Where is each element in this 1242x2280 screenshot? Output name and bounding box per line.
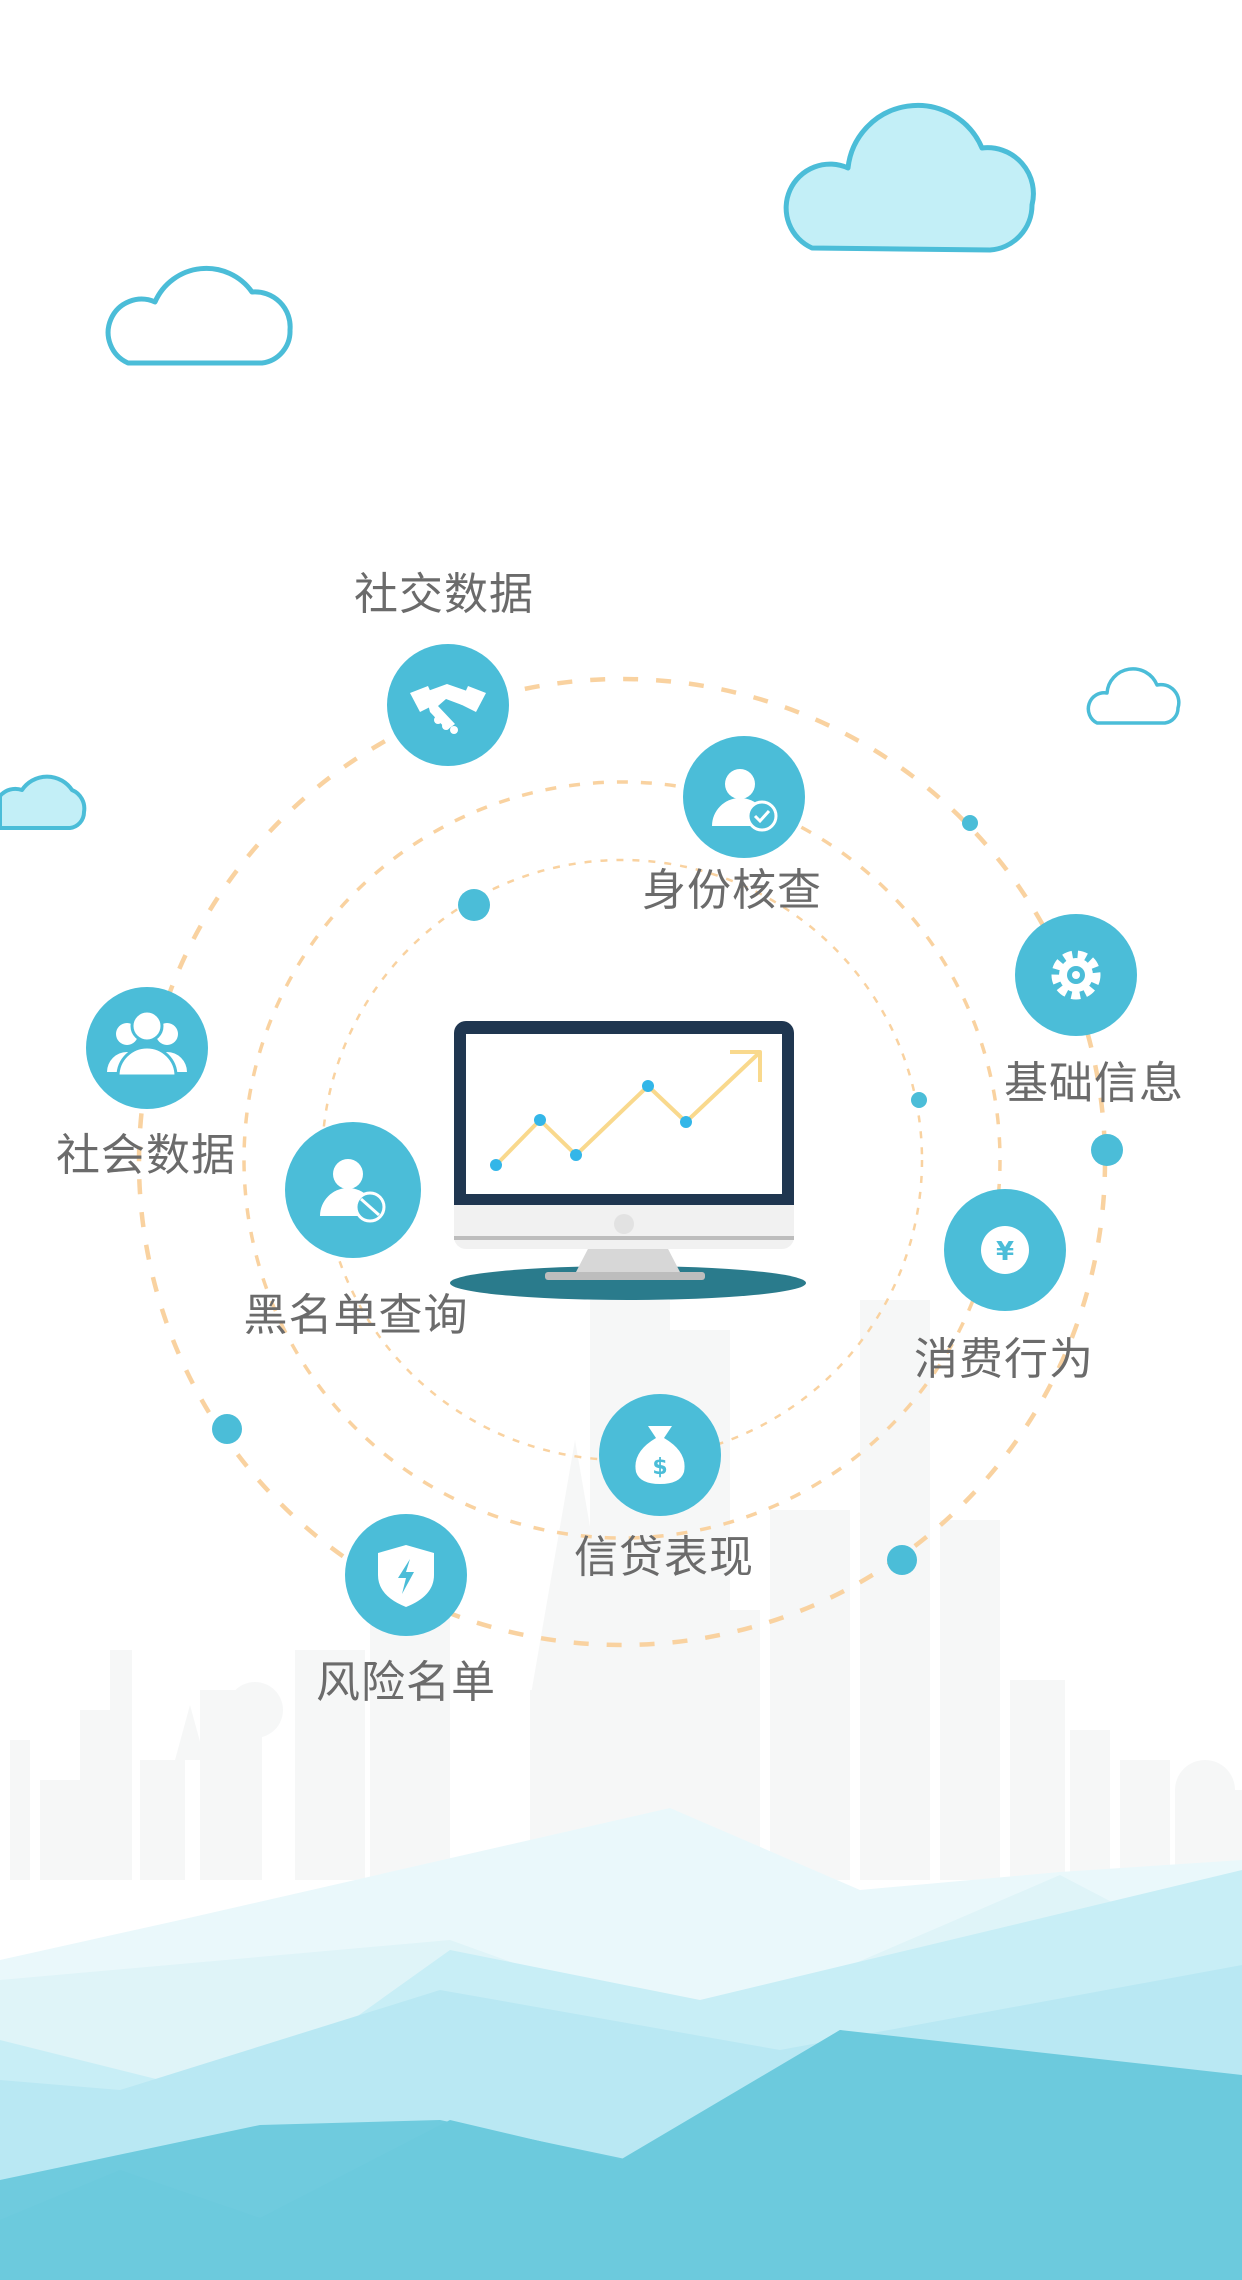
cloud-medium <box>105 265 293 366</box>
orbit-dot <box>212 1414 242 1444</box>
city-skyline <box>10 1300 1242 1880</box>
orbit-dot <box>1091 1134 1123 1166</box>
node-risk-list[interactable] <box>345 1514 467 1636</box>
cloud-small-left <box>0 774 87 830</box>
orbit-dot <box>458 889 490 921</box>
label-social-data[interactable]: 社交数据 <box>354 573 534 617</box>
orbit-dot <box>887 1545 917 1575</box>
node-identity-check[interactable] <box>683 736 805 858</box>
mountain-backdrop <box>0 1808 1242 2280</box>
svg-text:¥: ¥ <box>996 1237 1014 1267</box>
node-basic-info[interactable] <box>1015 914 1137 1036</box>
label-consumption[interactable]: 消费行为 <box>914 1338 1094 1382</box>
node-society-data[interactable] <box>86 987 208 1109</box>
node-blacklist-query[interactable] <box>285 1122 421 1258</box>
cloud-small-right <box>1086 667 1181 725</box>
label-credit-performance[interactable]: 信贷表现 <box>574 1536 754 1580</box>
monitor-icon <box>450 1021 806 1300</box>
label-risk-list[interactable]: 风险名单 <box>316 1661 496 1705</box>
orbit-dot <box>911 1092 927 1108</box>
label-identity-check[interactable]: 身份核查 <box>642 869 822 913</box>
svg-text:$: $ <box>652 1455 667 1480</box>
node-consumption[interactable]: ¥ <box>944 1189 1066 1311</box>
orbit-dot <box>962 815 978 831</box>
yen-coin-icon: ¥ <box>981 1226 1029 1274</box>
label-basic-info[interactable]: 基础信息 <box>1004 1062 1184 1106</box>
node-social-data[interactable] <box>387 644 509 766</box>
node-credit-performance[interactable]: $ <box>599 1394 721 1516</box>
label-society-data[interactable]: 社会数据 <box>56 1134 236 1178</box>
label-blacklist-query[interactable]: 黑名单查询 <box>244 1294 469 1338</box>
cloud-large <box>783 102 1036 253</box>
